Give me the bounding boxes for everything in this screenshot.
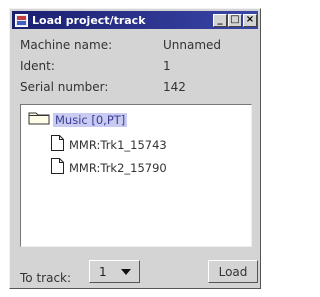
track-select-value: 1 [99, 264, 107, 279]
minimize-button[interactable]: _ [213, 13, 227, 27]
app-icon [14, 13, 28, 27]
file-icon [51, 135, 64, 154]
tree-item-trk2[interactable]: MMR:Trk2_15790 [51, 158, 167, 177]
load-project-dialog: Load project/track _ □ × Machine name: U… [9, 8, 261, 289]
tree-item-label: MMR:Trk2_15790 [69, 160, 167, 175]
track-select[interactable]: 1 [89, 260, 140, 283]
machine-name-value: Unnamed [163, 38, 222, 52]
to-track-label: To track: [20, 271, 72, 285]
window-title: Load project/track [32, 13, 146, 27]
tree-root-label: Music [0,PT] [53, 112, 128, 127]
load-button[interactable]: Load [208, 260, 258, 283]
maximize-button[interactable]: □ [228, 13, 242, 27]
file-icon [51, 158, 64, 177]
chevron-down-icon[interactable] [121, 268, 131, 275]
project-tree[interactable]: Music [0,PT] MMR:Trk1_15743 MMR:Trk2_157… [20, 104, 252, 247]
close-button[interactable]: × [243, 13, 257, 27]
tree-item-trk1[interactable]: MMR:Trk1_15743 [51, 135, 167, 154]
tree-item-label: MMR:Trk1_15743 [69, 137, 167, 152]
machine-name-label: Machine name: [20, 38, 113, 52]
title-bar[interactable]: Load project/track _ □ × [12, 11, 258, 29]
folder-icon [28, 111, 50, 128]
serial-number-value: 142 [163, 80, 186, 94]
ident-label: Ident: [20, 59, 55, 73]
ident-value: 1 [163, 59, 171, 73]
serial-number-label: Serial number: [20, 80, 109, 94]
tree-root-music[interactable]: Music [0,PT] [28, 111, 128, 128]
